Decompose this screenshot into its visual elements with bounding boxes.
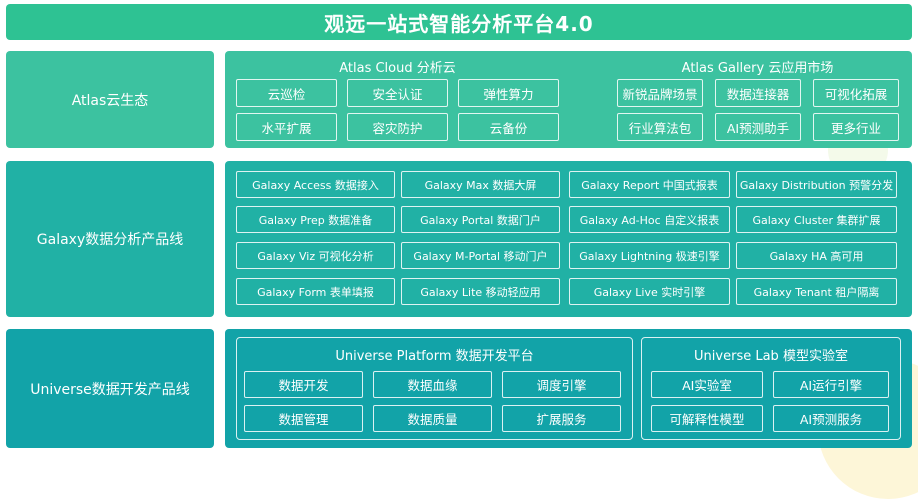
galaxy-item[interactable]: Galaxy Prep 数据准备 [236, 206, 395, 233]
galaxy-item[interactable]: Galaxy Report 中国式报表 [569, 171, 730, 198]
galaxy-item[interactable]: Galaxy Tenant 租户隔离 [736, 278, 897, 305]
universe-platform-item[interactable]: 数据质量 [373, 405, 492, 432]
universe-platform-title: Universe Platform 数据开发平台 [335, 349, 534, 364]
atlas-cloud-item[interactable]: 水平扩展 [236, 113, 337, 141]
atlas-gallery-item[interactable]: 可视化拓展 [813, 79, 899, 107]
galaxy-item[interactable]: Galaxy Form 表单填报 [236, 278, 395, 305]
galaxy-item[interactable]: Galaxy Max 数据大屏 [401, 171, 560, 198]
universe-platform-item[interactable]: 调度引擎 [502, 371, 621, 398]
galaxy-item[interactable]: Galaxy Lightning 极速引擎 [569, 242, 730, 269]
universe-platform-box: Universe Platform 数据开发平台 数据开发 数据血缘 调度引擎 … [236, 337, 633, 440]
atlas-gallery-item[interactable]: 行业算法包 [617, 113, 703, 141]
row-label-atlas: Atlas云生态 [6, 51, 214, 148]
universe-platform-item[interactable]: 数据管理 [244, 405, 363, 432]
galaxy-item[interactable]: Galaxy M-Portal 移动门户 [401, 242, 560, 269]
galaxy-item[interactable]: Galaxy Cluster 集群扩展 [736, 206, 897, 233]
universe-panel: Universe Platform 数据开发平台 数据开发 数据血缘 调度引擎 … [225, 329, 912, 448]
universe-lab-item[interactable]: AI实验室 [651, 371, 763, 398]
galaxy-item[interactable]: Galaxy HA 高可用 [736, 242, 897, 269]
atlas-gallery-item[interactable]: 数据连接器 [715, 79, 801, 107]
universe-lab-title: Universe Lab 模型实验室 [694, 349, 848, 364]
universe-lab-item[interactable]: AI运行引擎 [773, 371, 889, 398]
galaxy-item[interactable]: Galaxy Lite 移动轻应用 [401, 278, 560, 305]
galaxy-item[interactable]: Galaxy Portal 数据门户 [401, 206, 560, 233]
atlas-cloud-item[interactable]: 云巡检 [236, 79, 337, 107]
atlas-gallery-item[interactable]: AI预测助手 [715, 113, 801, 141]
atlas-cloud-title: Atlas Cloud 分析云 [339, 61, 456, 76]
atlas-gallery-title: Atlas Gallery 云应用市场 [681, 61, 834, 76]
atlas-gallery-item[interactable]: 新锐品牌场景 [617, 79, 703, 107]
galaxy-item[interactable]: Galaxy Ad-Hoc 自定义报表 [569, 206, 730, 233]
universe-platform-item[interactable]: 扩展服务 [502, 405, 621, 432]
galaxy-item[interactable]: Galaxy Live 实时引擎 [569, 278, 730, 305]
universe-lab-box: Universe Lab 模型实验室 AI实验室 AI运行引擎 可解释性模型 A… [641, 337, 901, 440]
atlas-gallery-item[interactable]: 更多行业 [813, 113, 899, 141]
atlas-cloud-item[interactable]: 安全认证 [347, 79, 448, 107]
universe-lab-item[interactable]: AI预测服务 [773, 405, 889, 432]
universe-lab-item[interactable]: 可解释性模型 [651, 405, 763, 432]
galaxy-item[interactable]: Galaxy Access 数据接入 [236, 171, 395, 198]
atlas-cloud-item[interactable]: 容灾防护 [347, 113, 448, 141]
atlas-panel: Atlas Cloud 分析云 Atlas Gallery 云应用市场 云巡检 … [225, 51, 912, 148]
row-label-universe: Universe数据开发产品线 [6, 329, 214, 448]
galaxy-panel: Galaxy Access 数据接入 Galaxy Max 数据大屏 Galax… [225, 161, 912, 317]
atlas-cloud-item[interactable]: 云备份 [458, 113, 559, 141]
galaxy-item[interactable]: Galaxy Viz 可视化分析 [236, 242, 395, 269]
row-label-galaxy: Galaxy数据分析产品线 [6, 161, 214, 317]
page-title: 观远一站式智能分析平台4.0 [6, 4, 912, 40]
universe-platform-item[interactable]: 数据开发 [244, 371, 363, 398]
universe-platform-item[interactable]: 数据血缘 [373, 371, 492, 398]
atlas-cloud-item[interactable]: 弹性算力 [458, 79, 559, 107]
galaxy-item[interactable]: Galaxy Distribution 预警分发 [736, 171, 897, 198]
